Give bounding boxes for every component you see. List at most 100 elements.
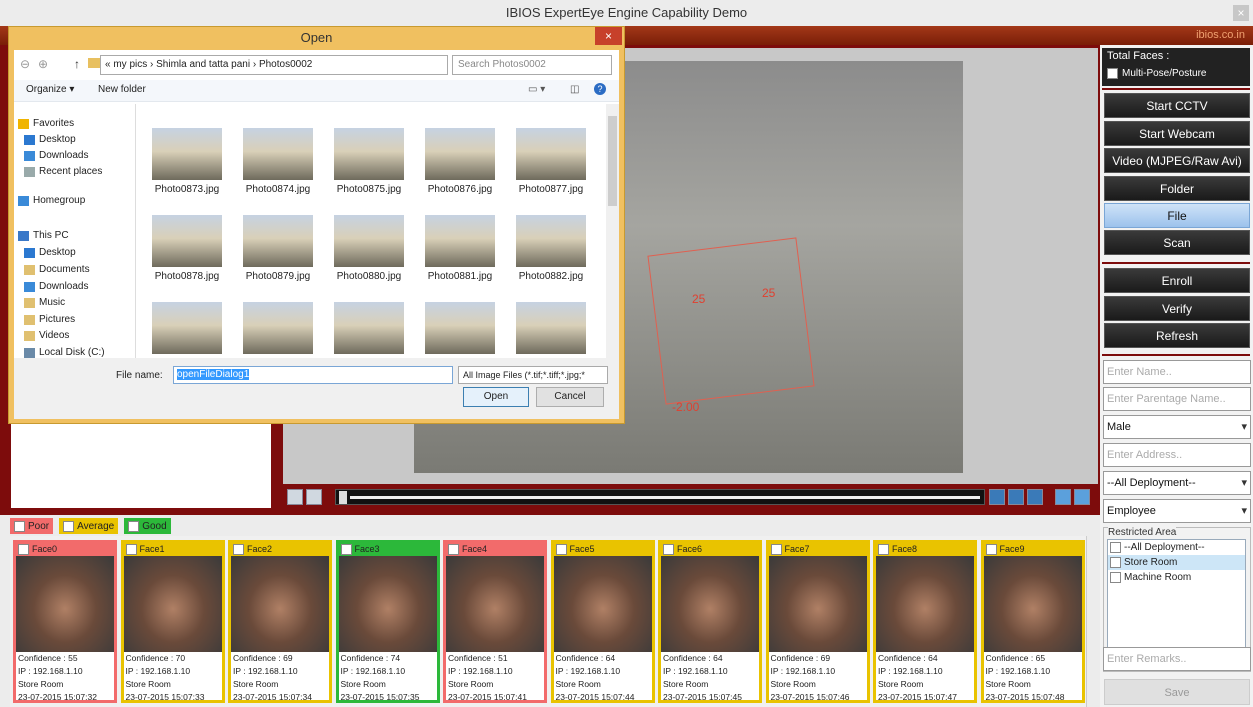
seek-thumb[interactable] bbox=[339, 491, 347, 504]
zoom-out-icon[interactable] bbox=[1027, 489, 1043, 505]
file-name[interactable]: Photo0874.jpg bbox=[233, 184, 323, 195]
tree-item[interactable]: Pictures bbox=[24, 314, 75, 325]
restricted-checkbox[interactable] bbox=[1110, 542, 1121, 553]
face-card[interactable]: Face7 Confidence : 69 IP : 192.168.1.10 Sto… bbox=[765, 540, 870, 703]
file-name[interactable]: Photo0879.jpg bbox=[233, 271, 323, 282]
address-bar[interactable]: « my pics › Shimla and tatta pani › Phot… bbox=[100, 55, 448, 75]
file-thumbnail[interactable] bbox=[516, 302, 586, 354]
poor-checkbox[interactable] bbox=[14, 520, 25, 532]
file-thumbnail[interactable] bbox=[243, 128, 313, 180]
file-grid-scrollbar[interactable] bbox=[606, 104, 619, 358]
faces-scrollbar[interactable] bbox=[1086, 536, 1098, 707]
help-icon[interactable]: ? bbox=[594, 83, 606, 95]
restricted-item[interactable]: --All Deployment-- bbox=[1108, 540, 1245, 555]
file-type-select[interactable]: All Image Files (*.tif;*.tiff;*.jpg;* bbox=[458, 366, 608, 384]
face-checkbox[interactable] bbox=[125, 544, 137, 555]
face-checkbox[interactable] bbox=[985, 544, 997, 555]
stop-icon[interactable] bbox=[306, 489, 322, 505]
remarks-field[interactable]: Enter Remarks.. bbox=[1103, 647, 1251, 671]
file-thumbnail[interactable] bbox=[152, 128, 222, 180]
face-checkbox[interactable] bbox=[663, 544, 674, 555]
file-thumbnail[interactable] bbox=[516, 128, 586, 180]
file-thumbnail[interactable] bbox=[152, 215, 222, 267]
face-checkbox[interactable] bbox=[878, 544, 889, 555]
face-checkbox[interactable] bbox=[233, 544, 244, 555]
poor-legend[interactable]: Poor bbox=[10, 518, 54, 534]
view-icon[interactable]: ▭ ▾ bbox=[528, 84, 545, 95]
tree-item[interactable]: Music bbox=[24, 297, 65, 308]
face-card[interactable]: Face2 Confidence : 69 IP : 192.168.1.10 Sto… bbox=[228, 540, 332, 703]
deployment-select[interactable]: --All Deployment-- bbox=[1103, 471, 1251, 495]
file-name[interactable]: Photo0882.jpg bbox=[506, 271, 596, 282]
tree-item[interactable]: This PC bbox=[18, 230, 69, 241]
zoom-in-icon[interactable] bbox=[1008, 489, 1024, 505]
good-legend[interactable]: Good bbox=[124, 518, 171, 534]
address-field[interactable]: Enter Address.. bbox=[1103, 443, 1251, 467]
gender-select[interactable]: Male bbox=[1103, 415, 1251, 439]
verify-button[interactable]: Verify bbox=[1104, 296, 1250, 321]
file-thumbnail[interactable] bbox=[243, 302, 313, 354]
file-name[interactable]: Photo0873.jpg bbox=[142, 184, 232, 195]
refresh-button[interactable]: Refresh bbox=[1104, 323, 1250, 348]
save-button[interactable]: Save bbox=[1104, 679, 1250, 705]
face-card[interactable]: Face4 Confidence : 51 IP : 192.168.1.10 Sto… bbox=[443, 540, 547, 703]
tree-item[interactable]: Desktop bbox=[24, 247, 76, 258]
prev-arrow-icon[interactable] bbox=[1055, 489, 1071, 505]
file-name-input[interactable]: openFileDialog1 bbox=[173, 366, 453, 384]
tree-item[interactable]: Videos bbox=[24, 330, 69, 341]
file-thumbnail[interactable] bbox=[425, 215, 495, 267]
next-arrow-icon[interactable] bbox=[1074, 489, 1090, 505]
face-checkbox[interactable] bbox=[18, 544, 29, 555]
new-folder-button[interactable]: New folder bbox=[98, 84, 146, 95]
back-icon[interactable]: ⊖ bbox=[20, 57, 30, 71]
face-card[interactable]: Face0 Confidence : 55 IP : 192.168.1.10 Sto… bbox=[13, 540, 117, 703]
face-card[interactable]: Face3 Confidence : 74 IP : 192.168.1.10 Sto… bbox=[335, 540, 440, 703]
folder-button[interactable]: Folder bbox=[1104, 176, 1250, 201]
file-thumbnail[interactable] bbox=[152, 302, 222, 354]
file-thumbnail[interactable] bbox=[425, 128, 495, 180]
face-checkbox[interactable] bbox=[555, 544, 567, 555]
brand-link[interactable]: ibios.co.in bbox=[1196, 29, 1245, 41]
enroll-button[interactable]: Enroll bbox=[1104, 268, 1250, 293]
file-thumbnail[interactable] bbox=[334, 302, 404, 354]
average-legend[interactable]: Average bbox=[59, 518, 119, 534]
open-button[interactable]: Open bbox=[463, 387, 529, 407]
file-name[interactable]: Photo0881.jpg bbox=[415, 271, 505, 282]
restricted-checkbox[interactable] bbox=[1110, 557, 1121, 568]
restricted-item[interactable]: Machine Room bbox=[1108, 570, 1245, 585]
up-icon[interactable]: ↑ bbox=[74, 57, 80, 71]
average-checkbox[interactable] bbox=[63, 520, 75, 532]
file-thumbnail[interactable] bbox=[516, 215, 586, 267]
video-button[interactable]: Video (MJPEG/Raw Avi) bbox=[1104, 148, 1250, 173]
multi-pose-checkbox[interactable] bbox=[1107, 68, 1118, 79]
file-name[interactable]: Photo0880.jpg bbox=[324, 271, 414, 282]
tree-item[interactable]: Downloads bbox=[24, 150, 88, 161]
file-thumbnail[interactable] bbox=[334, 215, 404, 267]
file-name[interactable]: Photo0876.jpg bbox=[415, 184, 505, 195]
restricted-checkbox[interactable] bbox=[1110, 572, 1121, 583]
preview-icon[interactable]: ◫ bbox=[570, 84, 579, 95]
face-card[interactable]: Face1 Confidence : 70 IP : 192.168.1.10 Sto… bbox=[120, 540, 225, 703]
tree-item[interactable]: Homegroup bbox=[18, 195, 85, 206]
face-card[interactable]: Face6 Confidence : 64 IP : 192.168.1.10 Sto… bbox=[658, 540, 762, 703]
tree-item[interactable]: Documents bbox=[24, 264, 90, 275]
file-thumbnail[interactable] bbox=[334, 128, 404, 180]
type-select[interactable]: Employee bbox=[1103, 499, 1251, 523]
face-checkbox[interactable] bbox=[770, 544, 782, 555]
tree-item[interactable]: Desktop bbox=[24, 134, 76, 145]
tree-item[interactable]: Recent places bbox=[24, 166, 102, 177]
name-field[interactable]: Enter Name.. bbox=[1103, 360, 1251, 384]
scroll-thumb[interactable] bbox=[608, 116, 617, 206]
restricted-item[interactable]: Store Room bbox=[1108, 555, 1245, 570]
face-card[interactable]: Face8 Confidence : 64 IP : 192.168.1.10 Sto… bbox=[873, 540, 977, 703]
face-checkbox[interactable] bbox=[340, 544, 352, 555]
tree-item[interactable]: Downloads bbox=[24, 281, 88, 292]
file-thumbnail[interactable] bbox=[425, 302, 495, 354]
tree-item[interactable]: Favorites bbox=[18, 118, 74, 129]
dialog-close-button[interactable]: × bbox=[595, 27, 622, 45]
seek-slider[interactable] bbox=[335, 489, 985, 505]
cancel-button[interactable]: Cancel bbox=[536, 387, 604, 407]
forward-icon[interactable]: ⊕ bbox=[38, 57, 48, 71]
play-icon[interactable] bbox=[287, 489, 303, 505]
face-card[interactable]: Face9 Confidence : 65 IP : 192.168.1.10 Sto… bbox=[980, 540, 1085, 703]
